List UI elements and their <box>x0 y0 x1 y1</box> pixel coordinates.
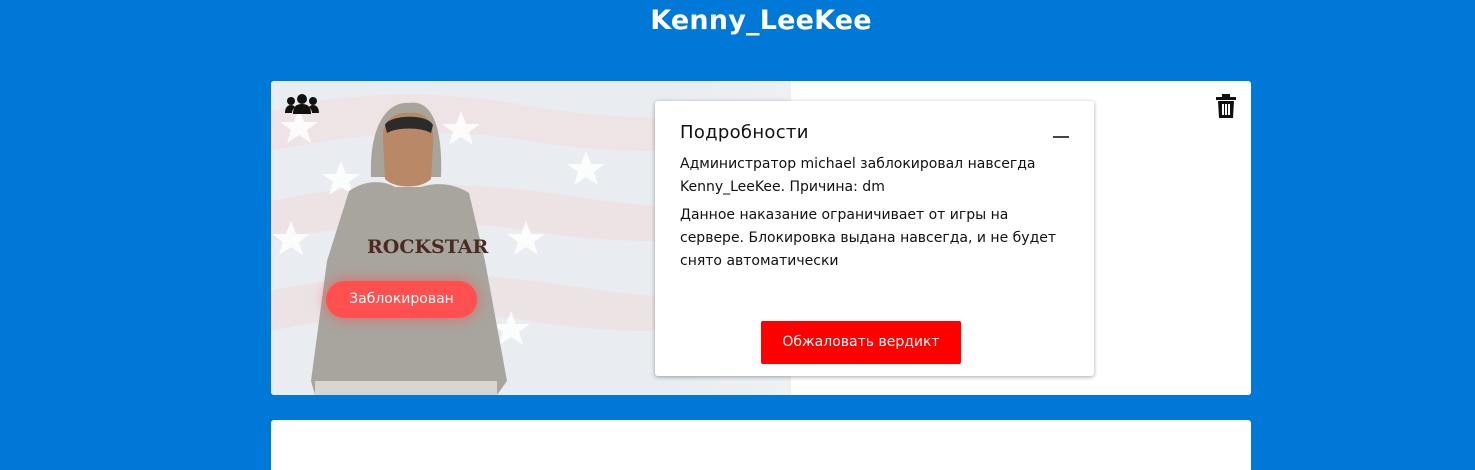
trash-icon[interactable] <box>1215 94 1237 118</box>
page: Kenny_LeeKee ROCKSTAR Заблокирован Подро… <box>0 0 1475 470</box>
status-badge: Заблокирован <box>326 281 477 318</box>
next-card <box>271 420 1251 470</box>
details-title: Подробности <box>680 122 809 143</box>
ban-description: Администратор michael заблокировал навсе… <box>680 156 1036 195</box>
details-panel: Подробности Администратор michael заблок… <box>655 101 1094 376</box>
svg-text:ROCKSTAR: ROCKSTAR <box>367 236 489 258</box>
page-title: Kenny_LeeKee <box>650 5 872 36</box>
users-icon[interactable] <box>285 93 319 115</box>
appeal-button[interactable]: Обжаловать вердикт <box>761 321 961 364</box>
collapse-icon[interactable] <box>1053 136 1069 138</box>
ban-note: Данное наказание ограничивает от игры на… <box>680 207 1057 269</box>
ban-card: ROCKSTAR Заблокирован Подробности Админи… <box>271 81 1251 395</box>
